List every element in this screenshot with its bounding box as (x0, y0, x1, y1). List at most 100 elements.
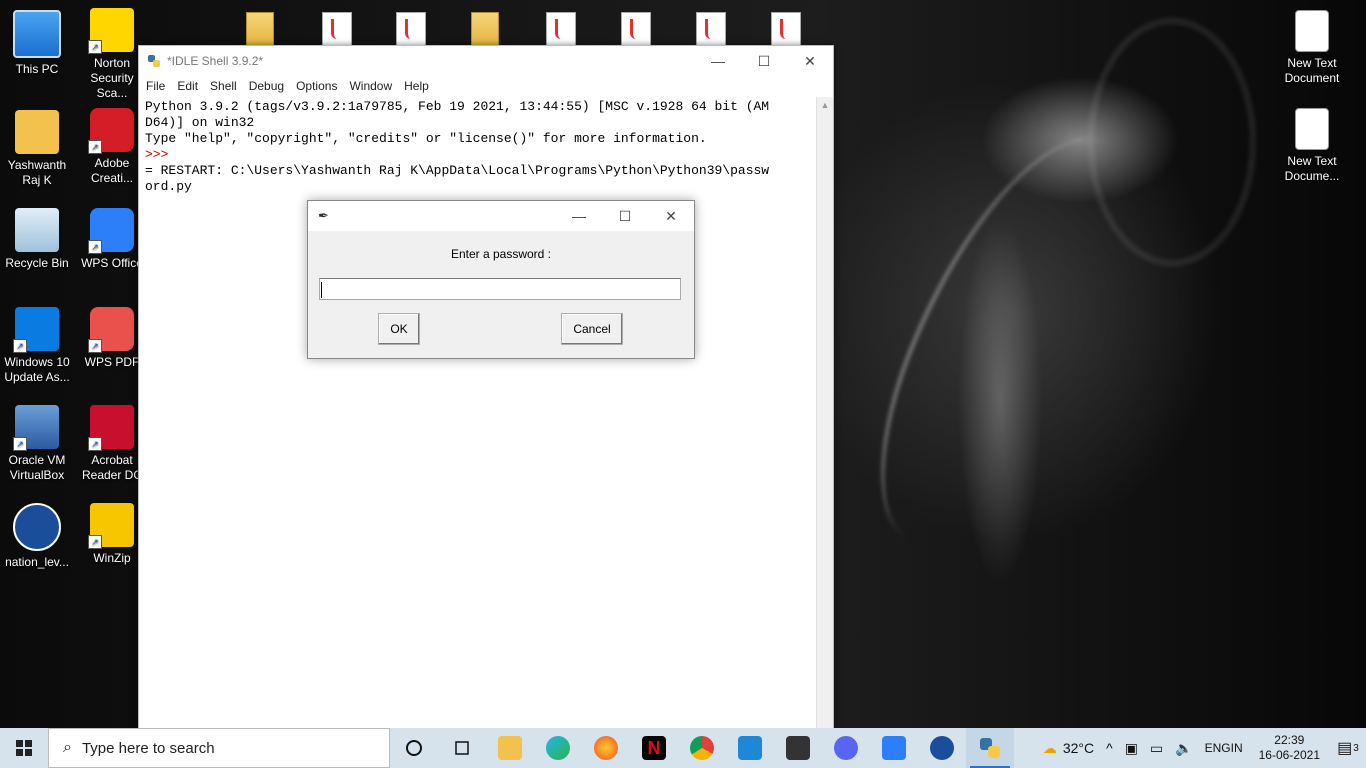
desktop-icon-virtualbox[interactable]: ↗ Oracle VM VirtualBox (1, 405, 73, 483)
dialog-minimize-button[interactable]: — (556, 201, 602, 231)
system-tray: ☁ 32°C ^ ▣ ▭ 🔈 ENG IN 22:39 16-06-2021 ▤… (1037, 728, 1366, 768)
notification-count: 3 (1353, 742, 1359, 754)
desktop-icon-recycle-bin[interactable]: Recycle Bin (1, 208, 73, 271)
taskbar-python-idle[interactable] (966, 728, 1014, 768)
taskbar-netflix[interactable]: N (630, 728, 678, 768)
dialog-maximize-button[interactable]: ☐ (602, 201, 648, 231)
language-indicator[interactable]: ENG IN (1199, 741, 1249, 756)
idle-menu-bar: File Edit Shell Debug Options Window Hel… (139, 76, 833, 96)
notification-icon: ▤ (1337, 740, 1353, 757)
taskbar-vscode[interactable] (726, 728, 774, 768)
taskbar-search-box[interactable]: ⌕ Type here to search (48, 728, 390, 768)
search-placeholder: Type here to search (81, 739, 215, 757)
desktop-pdf-icon[interactable] (621, 12, 651, 48)
desktop-pdf-icon[interactable] (771, 12, 801, 48)
discord-icon (834, 736, 858, 760)
wps-icon (882, 736, 906, 760)
desktop-icon-new-text-document-2[interactable]: New Text Docume... (1276, 108, 1348, 184)
winzip-icon: ↗ (88, 503, 134, 549)
desktop-icon-new-text-document[interactable]: New Text Document (1276, 10, 1348, 86)
menu-help[interactable]: Help (404, 79, 429, 93)
shell-line: Type "help", "copyright", "credits" or "… (145, 131, 707, 146)
scroll-up-arrow-icon[interactable]: ▲ (817, 97, 833, 113)
password-input[interactable] (319, 278, 681, 300)
file-explorer-icon (498, 736, 522, 760)
idle-shell-window[interactable]: *IDLE Shell 3.9.2* — ☐ ✕ File Edit Shell… (138, 45, 834, 730)
start-button[interactable] (0, 728, 48, 768)
windows-logo-icon (16, 740, 32, 756)
user-folder-icon (15, 110, 59, 154)
cortana-button[interactable] (390, 728, 438, 768)
taskbar-discord[interactable] (822, 728, 870, 768)
menu-shell[interactable]: Shell (210, 79, 237, 93)
notification-center-button[interactable]: ▤ 3 (1330, 728, 1366, 768)
nation-icon (13, 503, 61, 551)
weather-cloud-icon: ☁ (1042, 739, 1057, 756)
firefox-icon (594, 736, 618, 760)
clock-time: 22:39 (1274, 733, 1305, 747)
maximize-button[interactable]: ☐ (741, 46, 787, 76)
show-hidden-icons-button[interactable]: ^ (1100, 740, 1119, 756)
menu-options[interactable]: Options (296, 79, 337, 93)
speaker-icon: 🔈 (1175, 739, 1193, 756)
search-icon: ⌕ (63, 739, 72, 756)
shell-line: = RESTART: C:\Users\Yashwanth Raj K\AppD… (145, 163, 770, 178)
desktop-pdf-icon[interactable] (396, 12, 426, 48)
text-caret (321, 282, 322, 298)
vertical-scrollbar[interactable]: ▲ (816, 97, 833, 729)
shell-prompt: >>> (145, 147, 177, 162)
desktop-pdf-icon[interactable] (546, 12, 576, 48)
idle-window-title: *IDLE Shell 3.9.2* (167, 54, 264, 68)
close-button[interactable]: ✕ (787, 46, 833, 76)
taskbar-edge[interactable] (534, 728, 582, 768)
region-code: IN (1230, 740, 1243, 755)
taskbar-firefox[interactable] (582, 728, 630, 768)
cortana-circle-icon (406, 740, 422, 756)
network-button[interactable]: ▭ (1144, 740, 1169, 757)
dialog-title-bar[interactable]: ✒ — ☐ ✕ (308, 201, 694, 231)
idle-title-bar[interactable]: *IDLE Shell 3.9.2* — ☐ ✕ (139, 46, 833, 76)
taskbar-store[interactable] (774, 728, 822, 768)
menu-file[interactable]: File (146, 79, 165, 93)
desktop-folder-icon[interactable] (246, 12, 274, 48)
volume-button[interactable]: 🔈 (1169, 740, 1198, 757)
meet-now-button[interactable]: ▣ (1119, 740, 1144, 757)
store-icon (786, 736, 810, 760)
taskbar-file-explorer[interactable] (486, 728, 534, 768)
camera-icon: ▣ (1124, 739, 1138, 756)
wps-pdf-icon: ↗ (88, 307, 134, 353)
desktop-icon-nation[interactable]: nation_lev... (1, 503, 73, 570)
task-view-button[interactable] (438, 728, 486, 768)
shell-text-area[interactable]: Python 3.9.2 (tags/v3.9.2:1a79785, Feb 1… (139, 97, 817, 729)
taskbar-chrome[interactable] (678, 728, 726, 768)
acrobat-icon: ↗ (88, 405, 134, 451)
ok-button[interactable]: OK (378, 313, 420, 345)
desktop-icon-windows-update[interactable]: ↗ Windows 10 Update As... (1, 307, 73, 385)
weather-widget[interactable]: ☁ 32°C (1037, 740, 1100, 757)
taskbar-wps[interactable] (870, 728, 918, 768)
menu-window[interactable]: Window (349, 79, 392, 93)
taskbar-clock[interactable]: 22:39 16-06-2021 (1249, 733, 1330, 763)
edge-icon (546, 736, 570, 760)
python-idle-icon (980, 738, 1000, 758)
virtualbox-icon: ↗ (13, 405, 59, 451)
recycle-bin-icon (15, 208, 59, 252)
desktop-icon-user-folder[interactable]: Yashwanth Raj K (1, 110, 73, 188)
cancel-button[interactable]: Cancel (561, 313, 623, 345)
desktop-pdf-icon[interactable] (696, 12, 726, 48)
minimize-button[interactable]: — (695, 46, 741, 76)
taskbar-nation-app[interactable] (918, 728, 966, 768)
desktop-pdf-icon[interactable] (322, 12, 352, 48)
password-dialog[interactable]: ✒ — ☐ ✕ Enter a password : OK Cancel (307, 200, 695, 359)
adobe-cc-icon: ↗ (88, 108, 134, 154)
clock-date: 16-06-2021 (1258, 748, 1320, 762)
menu-debug[interactable]: Debug (249, 79, 284, 93)
menu-edit[interactable]: Edit (177, 79, 198, 93)
windows-update-icon: ↗ (13, 307, 59, 353)
desktop-folder-icon[interactable] (471, 12, 499, 48)
desktop-icon-this-pc[interactable]: This PC (1, 10, 73, 77)
text-document-icon (1295, 108, 1329, 150)
task-view-icon (455, 741, 469, 755)
shell-line: D64)] on win32 (145, 115, 255, 130)
dialog-close-button[interactable]: ✕ (648, 201, 694, 231)
